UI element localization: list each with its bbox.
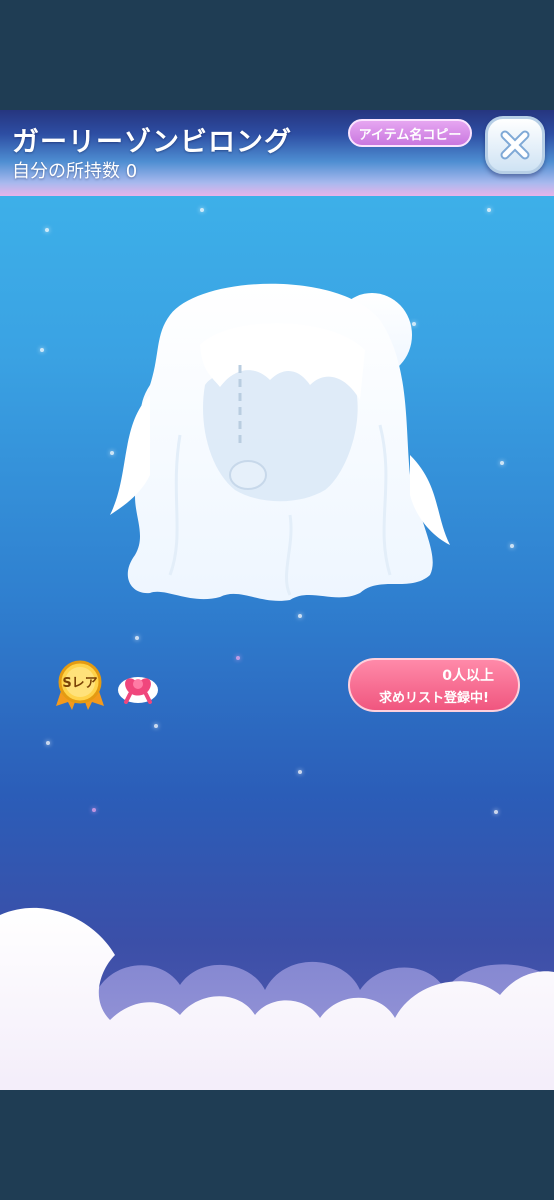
sparkle <box>200 208 204 212</box>
owned-count: 自分の所持数 0 <box>12 161 138 182</box>
sparkle <box>500 461 504 465</box>
item-detail-panel: ガーリーゾンビロング 自分の所持数 0 アイテム名コピー Sレア 0人以上 求め… <box>0 110 554 1090</box>
sparkle <box>45 228 49 232</box>
sparkle <box>135 636 139 640</box>
sparkle <box>298 770 302 774</box>
rarity-label: Sレア <box>62 676 98 691</box>
wish-list-button[interactable]: 0人以上 求めリスト登録中! <box>348 658 520 712</box>
rarity-badge: Sレア <box>54 658 106 710</box>
close-button[interactable] <box>485 116 545 174</box>
sparkle <box>487 208 491 212</box>
status-bar-area <box>0 0 554 110</box>
sparkle <box>494 810 498 814</box>
sparkle <box>298 614 302 618</box>
item-header: ガーリーゾンビロング 自分の所持数 0 アイテム名コピー <box>0 110 554 196</box>
pink-gift-bow-icon <box>118 677 158 704</box>
close-x-icon <box>500 130 530 160</box>
wish-count: 0人以上 <box>442 668 494 684</box>
hair-item-image <box>110 283 450 601</box>
sparkle <box>510 544 514 548</box>
item-name: ガーリーゾンビロング <box>12 127 292 158</box>
sparkle <box>46 741 50 745</box>
cloud-decoration <box>0 907 554 1090</box>
sparkle <box>236 656 240 660</box>
sparkle <box>154 724 158 728</box>
sparkle <box>40 348 44 352</box>
copy-item-name-button[interactable]: アイテム名コピー <box>348 119 472 147</box>
wish-status: 求めリスト登録中! <box>379 691 489 706</box>
sparkle <box>92 808 96 812</box>
home-bar-area <box>0 1090 554 1200</box>
